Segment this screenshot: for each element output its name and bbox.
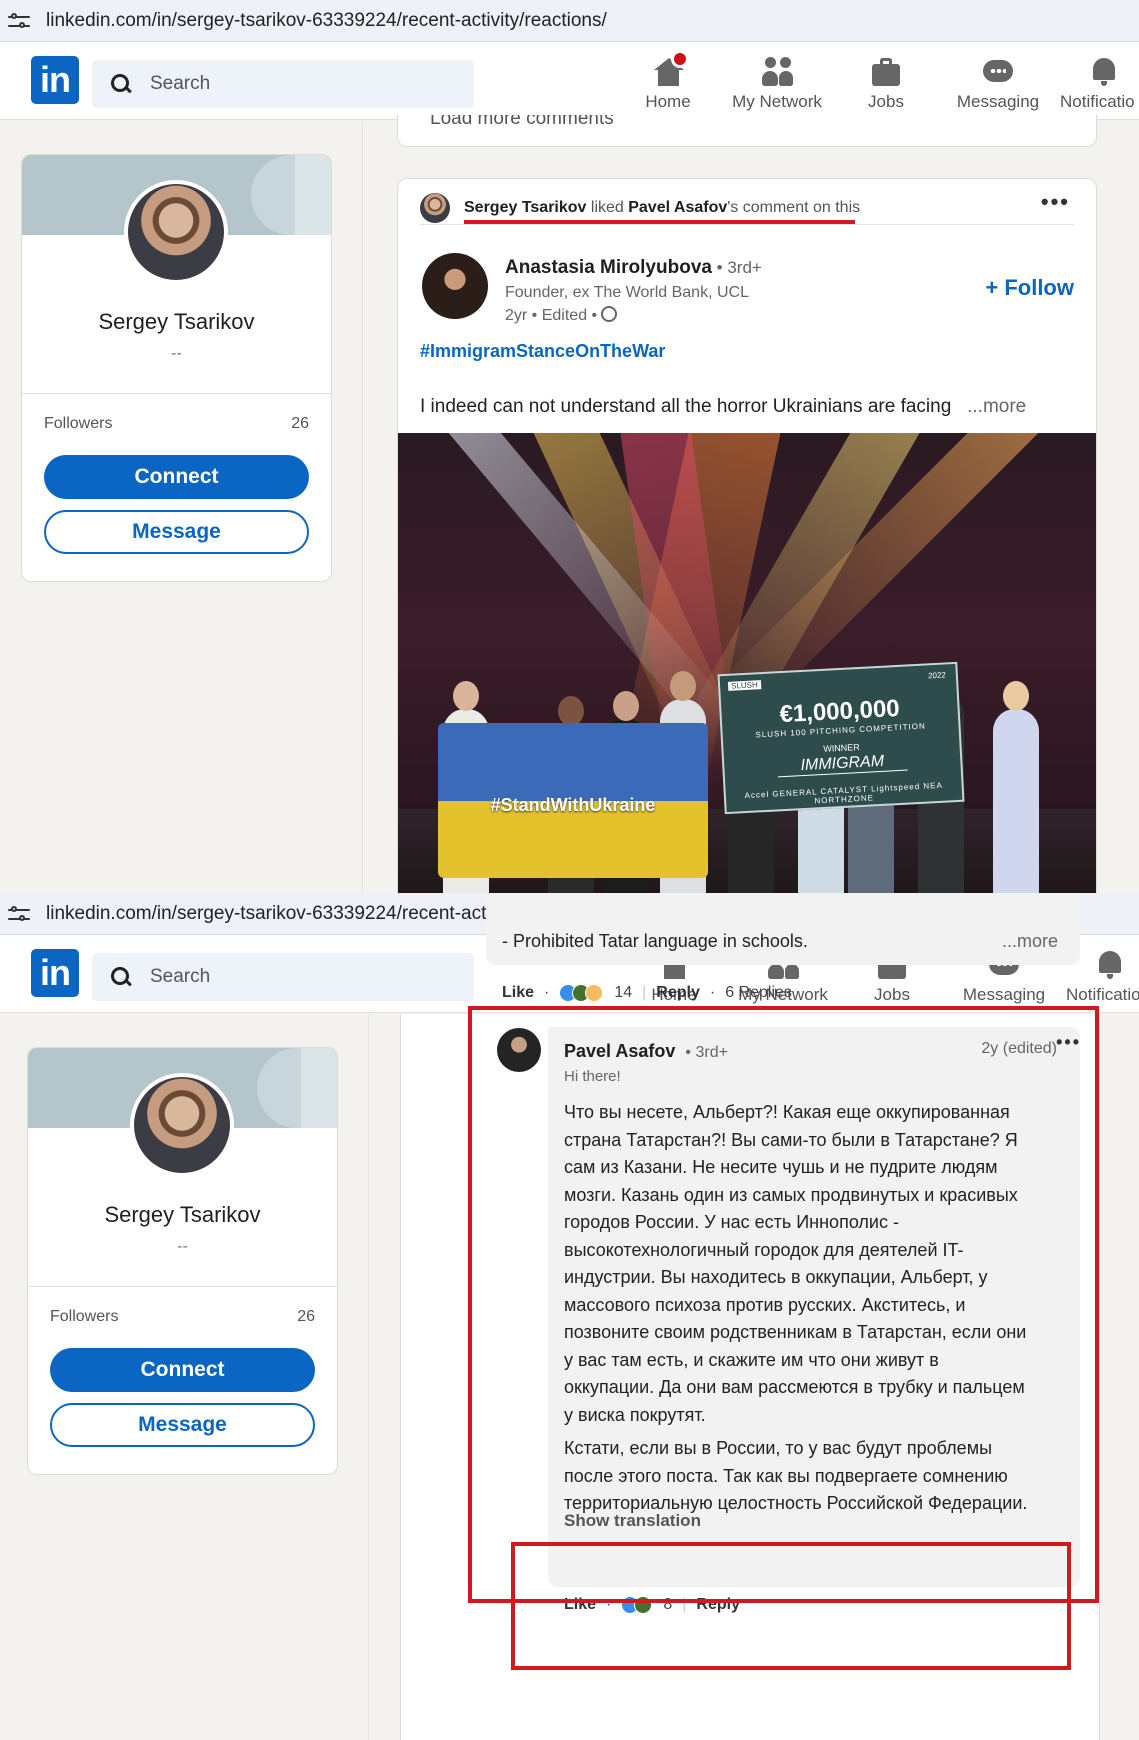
previous-post-tail: Load more comments	[397, 115, 1097, 147]
post-image[interactable]: #StandWithUkraine SLUSH 2022 €1,000,000 …	[398, 433, 1096, 893]
nav-my-network-label: My Network	[732, 92, 822, 111]
reaction-icons[interactable]	[559, 984, 604, 1002]
author-degree: • 3rd+	[711, 258, 762, 277]
site-settings-icon[interactable]	[8, 12, 30, 30]
author-headline: Founder, ex The World Bank, UCL	[505, 284, 749, 301]
profile-card: Sergey Tsarikov -- Followers 26 Connect …	[21, 154, 332, 582]
activity-tail[interactable]: 's comment on this	[727, 199, 860, 217]
post-meta: 2yr • Edited •	[505, 306, 618, 325]
screenshot-top: linkedin.com/in/sergey-tsarikov-63339224…	[0, 0, 1139, 893]
profile-headline: --	[171, 345, 182, 362]
global-nav: in Search Home My Network Jobs Messaging…	[0, 42, 1139, 120]
followers-count: 26	[297, 1308, 315, 1325]
site-settings-icon[interactable]	[8, 905, 30, 923]
search-icon	[110, 73, 132, 95]
profile-name[interactable]: Sergey Tsarikov	[22, 309, 331, 335]
post-time: 2yr • Edited •	[505, 307, 598, 324]
cheque-year: 2022	[927, 670, 947, 681]
nav-notifications[interactable]: Notificatio	[1060, 54, 1139, 112]
globe-icon	[601, 306, 618, 322]
profile-card: Sergey Tsarikov -- Followers 26 Connect …	[27, 1047, 338, 1475]
post-text: I indeed can not understand all the horr…	[420, 396, 1026, 418]
cheque-brand: SLUSH	[727, 680, 762, 691]
avatar[interactable]	[420, 192, 450, 223]
screenshot-bottom: linkedin.com/in/sergey-tsarikov-63339224…	[0, 893, 1139, 1740]
url-text: linkedin.com/in/sergey-tsarikov-63339224…	[46, 9, 607, 31]
divider	[28, 1286, 337, 1287]
my-network-icon	[759, 54, 795, 88]
see-more-link[interactable]: ...more	[967, 396, 1026, 417]
message-button[interactable]: Message	[50, 1403, 315, 1447]
left-rail: Sergey Tsarikov -- Followers 26 Connect …	[0, 121, 363, 893]
messaging-icon	[980, 54, 1016, 88]
divider	[22, 393, 331, 394]
red-underline-annotation	[464, 220, 855, 224]
nav-notifications-label: Notificatio	[1060, 92, 1135, 111]
followers-row: Followers 26	[50, 1308, 315, 1326]
profile-name[interactable]: Sergey Tsarikov	[28, 1202, 337, 1228]
cheque-name: IMMIGRAM	[776, 751, 908, 778]
more-options-icon[interactable]: •••	[1041, 189, 1070, 215]
previous-comment: - Prohibited Tatar language in schools. …	[486, 893, 1080, 965]
avatar[interactable]	[422, 253, 488, 319]
post-hashtag[interactable]: #ImmigramStanceOnTheWar	[420, 341, 665, 362]
post-author[interactable]: Anastasia Mirolyubova • 3rd+	[505, 257, 762, 279]
nav-messaging-label: Messaging	[956, 92, 1040, 111]
address-bar[interactable]: linkedin.com/in/sergey-tsarikov-63339224…	[0, 0, 1139, 42]
activity-post: Sergey Tsarikov liked Pavel Asafov 's co…	[397, 178, 1097, 893]
connect-button[interactable]: Connect	[44, 455, 309, 499]
bell-icon	[1092, 947, 1128, 981]
nav-notifications-label: Notificatio	[1066, 985, 1139, 1004]
avatar[interactable]	[130, 1073, 234, 1177]
nav-messaging[interactable]: Messaging	[953, 54, 1043, 112]
notification-badge	[671, 50, 689, 68]
message-button[interactable]: Message	[44, 510, 309, 554]
cheque-graphic: SLUSH 2022 €1,000,000 SLUSH 100 PITCHING…	[717, 661, 965, 815]
nav-home-label: Home	[645, 92, 691, 111]
like-button[interactable]: Like	[502, 984, 534, 1002]
reply-button[interactable]: Reply	[656, 984, 700, 1002]
nav-home[interactable]: Home	[640, 50, 696, 112]
ukraine-flag-graphic: #StandWithUkraine	[438, 723, 708, 878]
linkedin-logo[interactable]: in	[31, 56, 79, 104]
search-input[interactable]: Search	[92, 60, 474, 108]
reaction-count[interactable]: 14	[614, 984, 632, 1002]
followers-label: Followers	[50, 1308, 119, 1325]
previous-comment-text: - Prohibited Tatar language in schools.	[502, 931, 808, 951]
profile-headline: --	[177, 1238, 188, 1255]
followers-row: Followers 26	[44, 415, 309, 433]
left-rail: Sergey Tsarikov -- Followers 26 Connect …	[6, 1014, 369, 1740]
activity-target[interactable]: Pavel Asafov	[628, 199, 727, 217]
post-text-body: I indeed can not understand all the horr…	[420, 396, 952, 417]
flag-text: #StandWithUkraine	[490, 795, 656, 815]
nav-jobs-label: Jobs	[874, 985, 910, 1004]
jobs-icon	[868, 54, 904, 88]
nav-jobs-label: Jobs	[868, 92, 904, 111]
search-icon	[110, 966, 132, 988]
post-author-name[interactable]: Anastasia Mirolyubova	[505, 257, 712, 278]
bell-icon	[1086, 54, 1122, 88]
red-box-annotation-comment	[468, 1006, 1099, 1603]
search-placeholder: Search	[150, 966, 211, 987]
home-icon	[653, 50, 689, 88]
search-placeholder: Search	[150, 73, 211, 94]
followers-count: 26	[291, 415, 309, 432]
see-more-link[interactable]: ...more	[1002, 931, 1058, 952]
search-input[interactable]: Search	[92, 953, 474, 1001]
follow-button[interactable]: + Follow	[985, 275, 1074, 301]
nav-jobs[interactable]: Jobs	[866, 54, 906, 112]
nav-messaging-label: Messaging	[962, 985, 1046, 1004]
connect-button[interactable]: Connect	[50, 1348, 315, 1392]
replies-link[interactable]: 6 Replies	[725, 984, 792, 1002]
nav-my-network[interactable]: My Network	[729, 54, 825, 112]
red-box-annotation-threat	[511, 1542, 1071, 1670]
load-more-comments[interactable]: Load more comments	[430, 115, 614, 130]
linkedin-logo[interactable]: in	[31, 949, 79, 997]
avatar[interactable]	[124, 180, 228, 284]
previous-comment-actions: Like · 14 | Reply · 6 Replies	[502, 984, 792, 1002]
followers-label: Followers	[44, 415, 113, 432]
activity-actor[interactable]: Sergey Tsarikov	[464, 199, 586, 217]
activity-verb: liked	[586, 198, 629, 216]
